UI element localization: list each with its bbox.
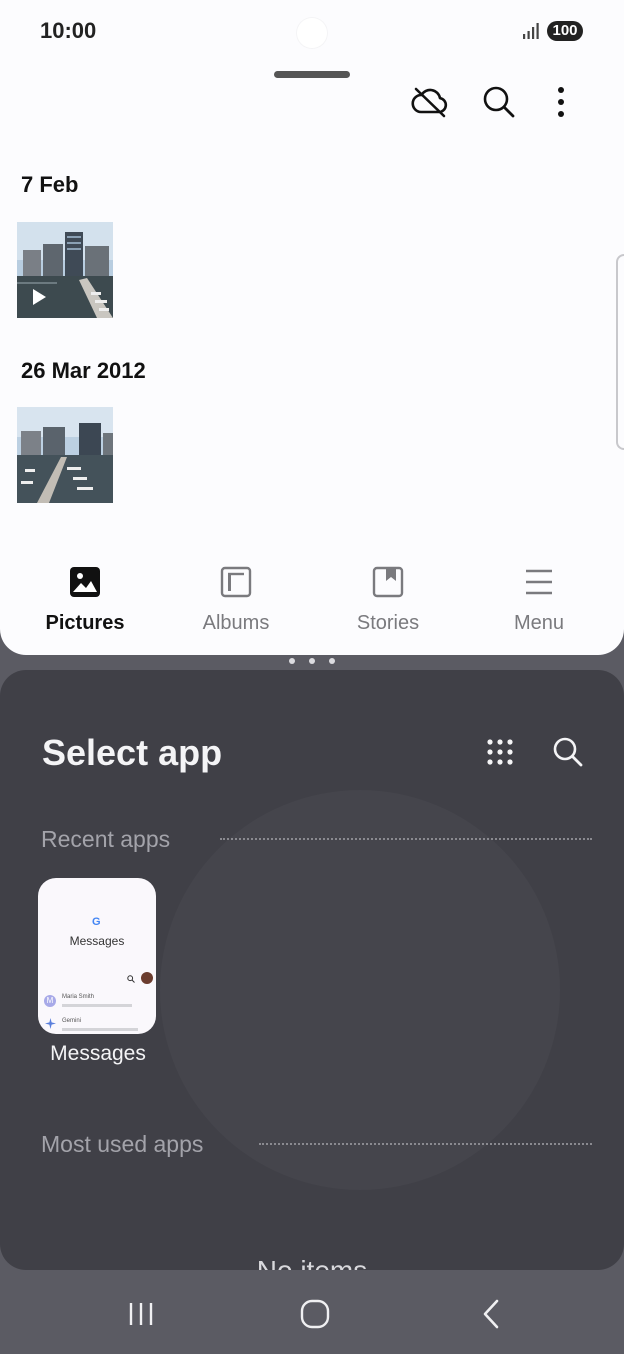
cloud-off-button[interactable] (410, 82, 450, 122)
background-decoration (160, 790, 560, 1190)
home-button[interactable] (290, 1294, 340, 1334)
status-bar: 10:00 100 (0, 0, 624, 60)
recents-icon (129, 1303, 153, 1325)
cloud-off-icon (411, 87, 448, 118)
more-options-button[interactable] (541, 82, 581, 122)
preview-line (62, 1004, 132, 1007)
all-apps-button[interactable] (480, 732, 520, 772)
drag-handle[interactable] (274, 71, 350, 78)
stories-icon (372, 566, 404, 598)
preview-row: Gemini (62, 1018, 82, 1024)
system-nav-bar (0, 1270, 624, 1354)
play-icon (33, 289, 46, 305)
most-used-apps-label: Most used apps (41, 1131, 204, 1157)
preview-row: Maria Smith (62, 994, 95, 1000)
fast-scroll-handle[interactable] (616, 254, 624, 450)
search-button[interactable] (479, 82, 519, 122)
search-apps-button[interactable] (548, 732, 588, 772)
date-header: 7 Feb (21, 172, 79, 197)
signal-icon (523, 23, 539, 39)
avatar: M (44, 995, 56, 1007)
preview-title: Messages (69, 934, 125, 948)
status-time: 10:00 (40, 18, 97, 43)
section-divider (259, 1143, 592, 1145)
harbor-photo (17, 407, 113, 503)
preview-line (62, 1028, 138, 1031)
app-tile-messages[interactable]: G Messages M Maria Smith Gemini Messages (38, 878, 158, 1066)
split-divider-handle[interactable] (289, 658, 335, 666)
select-app-pane: Select app Recent apps G Messages M Mari… (0, 670, 624, 1270)
google-logo-icon: G (92, 916, 101, 928)
gallery-bottom-nav: Pictures Albums Stories Menu (0, 560, 624, 650)
apps-grid-icon (487, 739, 513, 765)
tab-stories[interactable]: Stories (312, 560, 464, 635)
albums-icon (220, 566, 252, 598)
page-title: Select app (42, 732, 223, 773)
search-icon (483, 86, 515, 118)
recent-apps-label: Recent apps (41, 826, 171, 852)
tab-menu[interactable]: Menu (463, 560, 615, 635)
pictures-icon (70, 567, 100, 597)
empty-state-text: No items (0, 1255, 624, 1270)
back-icon (483, 1299, 499, 1329)
more-vertical-icon (558, 87, 564, 117)
tab-pictures[interactable]: Pictures (9, 560, 161, 635)
avatar (141, 972, 153, 984)
app-label: Messages (50, 1042, 146, 1065)
tab-menu-label: Menu (513, 612, 565, 634)
front-camera (297, 18, 327, 48)
tab-pictures-label: Pictures (45, 612, 125, 634)
battery-indicator: 100 (547, 21, 583, 41)
sparkle-icon (45, 1018, 56, 1029)
app-preview: G Messages M Maria Smith Gemini (38, 878, 156, 1034)
tab-stories-label: Stories (356, 612, 420, 634)
photo-thumbnail[interactable] (17, 407, 113, 503)
date-header: 26 Mar 2012 (21, 358, 146, 383)
gallery-pane: 10:00 100 7 Feb 26 Mar 2012 Pictures Alb… (0, 0, 624, 655)
search-icon (553, 737, 583, 767)
section-divider (220, 838, 592, 840)
photo-thumbnail[interactable] (17, 222, 113, 318)
tab-albums-label: Albums (202, 612, 270, 634)
menu-icon (526, 569, 552, 595)
tab-albums[interactable]: Albums (160, 560, 312, 635)
search-icon (127, 975, 135, 983)
recents-button[interactable] (116, 1294, 166, 1334)
back-button[interactable] (466, 1294, 516, 1334)
home-icon (300, 1299, 330, 1329)
